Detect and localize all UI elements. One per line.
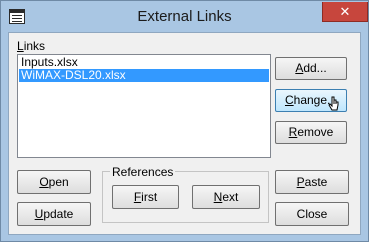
paste-button[interactable]: Paste [275,170,349,194]
close-icon: ✕ [339,4,351,19]
remove-button[interactable]: Remove [275,121,347,144]
open-button[interactable]: Open [17,170,91,194]
close-button[interactable]: Close [275,202,349,226]
window-close-button[interactable]: ✕ [322,2,368,22]
first-button[interactable]: First [112,185,179,209]
update-button[interactable]: Update [17,202,91,226]
next-button[interactable]: Next [192,185,260,209]
add-button[interactable]: Add... [275,57,347,80]
window-title: External Links [137,8,232,25]
links-listbox[interactable]: Inputs.xlsx WiMAX-DSL20.xlsx [17,54,271,158]
dialog-client-area: Links Inputs.xlsx WiMAX-DSL20.xlsx Add..… [8,32,361,235]
external-links-dialog: External Links ✕ Links Inputs.xlsx WiMAX… [0,0,369,242]
mouse-pointer-icon [328,96,339,111]
title-bar[interactable]: External Links ✕ [1,1,368,32]
links-label: Links [17,39,46,53]
references-label: References [110,165,176,179]
list-item-selected[interactable]: WiMAX-DSL20.xlsx [19,69,269,82]
